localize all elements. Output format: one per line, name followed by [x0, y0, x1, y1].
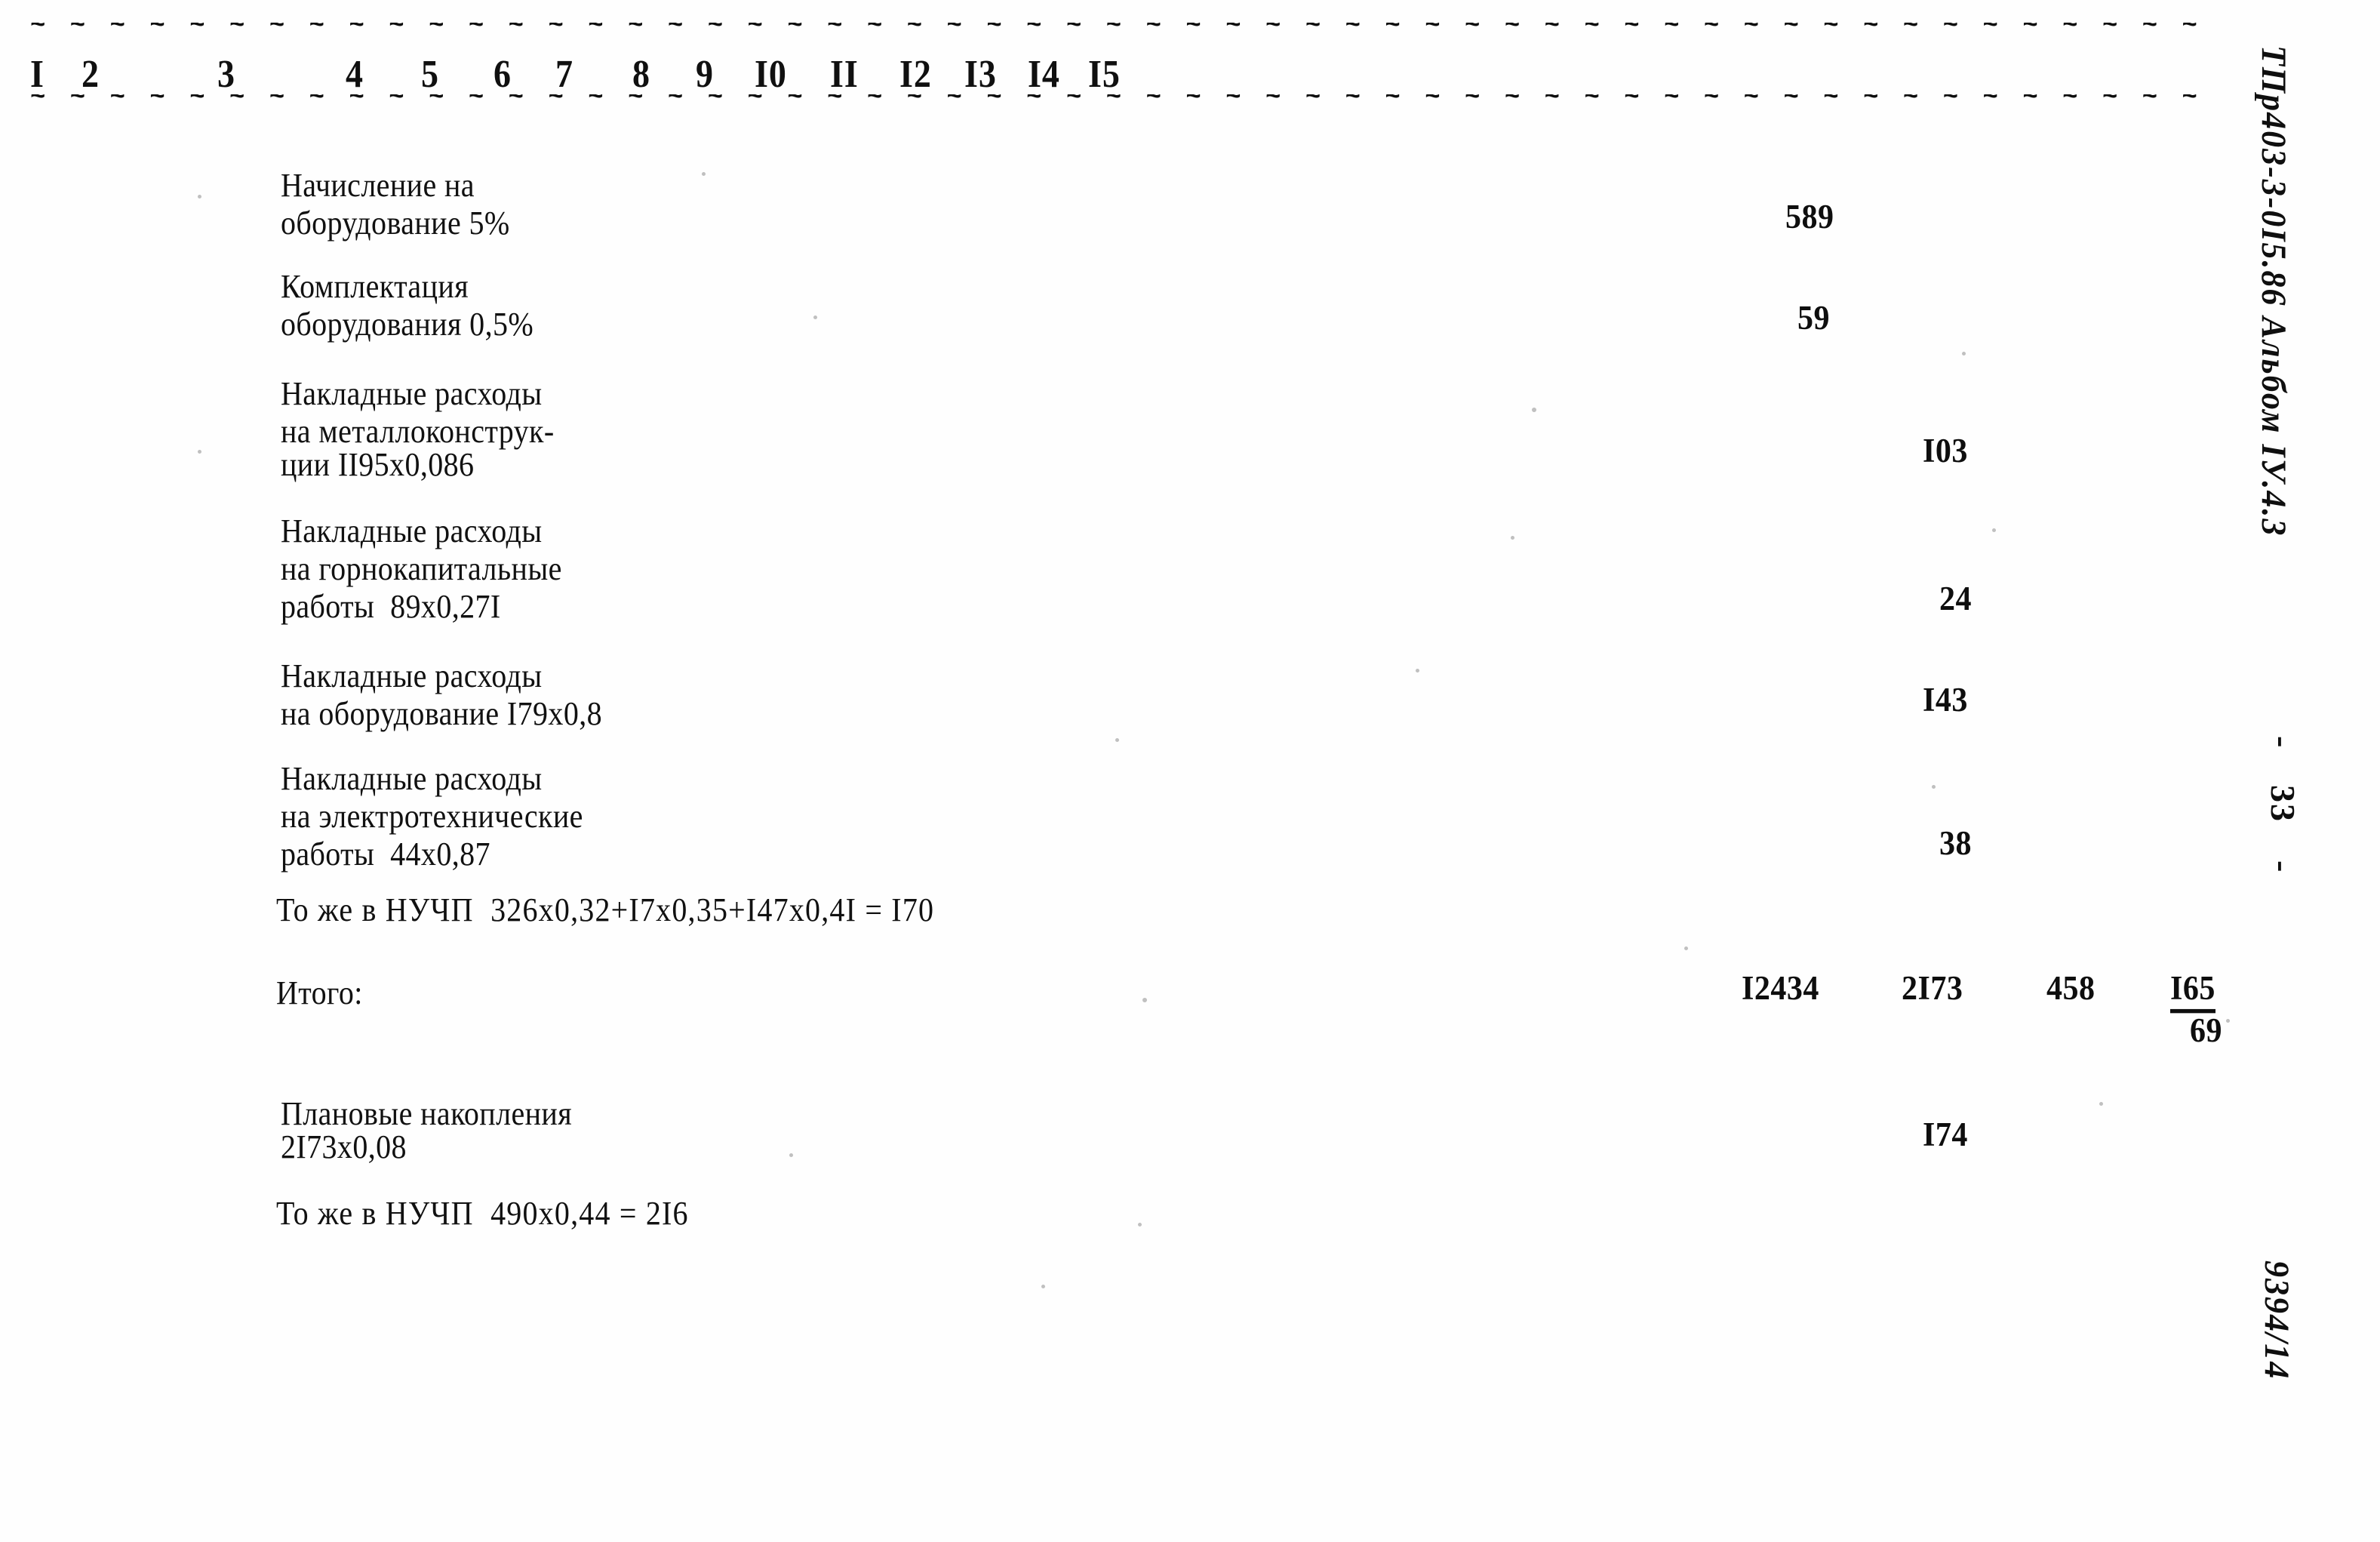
row-description-line: на горнокапитальные	[281, 549, 562, 587]
row-description-line: оборудование 5%	[281, 204, 510, 242]
column-header-8: 8	[632, 52, 650, 96]
cell-value-col15-bottom: 69	[2190, 1012, 2222, 1050]
row-description-line: на электротехнические	[281, 797, 583, 835]
margin-dash-top: -	[2264, 736, 2302, 748]
column-header-4: 4	[346, 52, 364, 96]
column-header-5: 5	[421, 52, 439, 96]
scan-speck	[2099, 1102, 2103, 1106]
cell-value-col13: 2I73	[1902, 970, 1963, 1008]
scan-speck	[1416, 669, 1419, 673]
row-description-line: Комплектация	[281, 267, 469, 305]
scan-speck	[1115, 738, 1119, 742]
row-description-line: Накладные расходы	[281, 657, 543, 694]
row-description-line: работы 44х0,87	[281, 835, 490, 873]
row-description-line: Накладные расходы	[281, 512, 543, 549]
scan-speck	[2226, 1019, 2230, 1023]
margin-album-code: ТПр403-3-0I5.86 Альбом IУ.4.3	[2254, 45, 2293, 537]
cell-value-col11: I2434	[1742, 970, 1819, 1008]
cell-value-col13: 24	[1939, 580, 1972, 618]
column-header-10: I0	[755, 52, 787, 96]
column-header-2: 2	[81, 52, 100, 96]
scan-speck	[1511, 536, 1514, 540]
margin-page-number: 33	[2264, 785, 2302, 823]
cell-value-col15-top: I65	[2170, 969, 2215, 1014]
cell-value-col12: 59	[1797, 300, 1830, 337]
row-description-line: 2I73х0,08	[281, 1128, 407, 1165]
column-header-14: I4	[1028, 52, 1060, 96]
cell-value-col13: I43	[1923, 682, 1968, 719]
column-header-1: I	[30, 52, 45, 96]
scan-speck	[1684, 946, 1688, 950]
margin-drawing-number: 9394/14	[2257, 1260, 2296, 1380]
column-header-11: II	[830, 52, 859, 96]
cell-value-col13: 38	[1939, 825, 1972, 863]
row-description-line: То же в НУЧП 490х0,44 = 2I6	[276, 1194, 689, 1232]
scan-speck	[1992, 528, 1996, 532]
scan-speck	[1932, 785, 1936, 789]
scan-speck	[198, 450, 201, 454]
cell-value-col12: 589	[1785, 199, 1834, 236]
row-label-itogo: Итого:	[276, 974, 363, 1011]
cell-value-col13: I74	[1923, 1116, 1968, 1154]
row-description-line: оборудования 0,5%	[281, 305, 534, 343]
column-header-7: 7	[555, 52, 573, 96]
document-page: ~ ~ ~ ~ ~ ~ ~ ~ ~ ~ ~ ~ ~ ~ ~ ~ ~ ~ ~ ~ …	[0, 0, 2380, 1542]
column-header-13: I3	[964, 52, 997, 96]
scan-speck	[702, 172, 706, 176]
row-description-line: Начисление на	[281, 166, 475, 204]
row-description-line: То же в НУЧП 326х0,32+I7х0,35+I47х0,4I =…	[276, 891, 935, 928]
row-description-line: Накладные расходы	[281, 374, 543, 412]
row-description-line: на оборудование I79х0,8	[281, 694, 603, 732]
scan-speck	[789, 1153, 793, 1157]
row-description-line: работы 89х0,27I	[281, 587, 501, 625]
row-description-line: Накладные расходы	[281, 759, 543, 797]
cell-value-col13: I03	[1923, 432, 1968, 470]
column-header-6: 6	[494, 52, 512, 96]
scan-speck	[198, 195, 201, 199]
scan-speck	[1041, 1285, 1045, 1288]
margin-dash-bottom: -	[2264, 860, 2302, 873]
scan-speck	[1138, 1223, 1142, 1227]
column-header-3: 3	[217, 52, 235, 96]
row-description-line: ции II95х0,086	[281, 445, 475, 483]
scan-speck	[1142, 998, 1147, 1002]
header-dash-rule-top: ~ ~ ~ ~ ~ ~ ~ ~ ~ ~ ~ ~ ~ ~ ~ ~ ~ ~ ~ ~ …	[30, 23, 2203, 30]
scan-speck	[1532, 408, 1536, 412]
cell-value-col14: 458	[2046, 970, 2096, 1008]
column-header-9: 9	[696, 52, 714, 96]
column-header-15: I5	[1088, 52, 1121, 96]
scan-speck	[813, 315, 817, 319]
scan-speck	[1962, 352, 1966, 355]
column-header-12: I2	[899, 52, 932, 96]
